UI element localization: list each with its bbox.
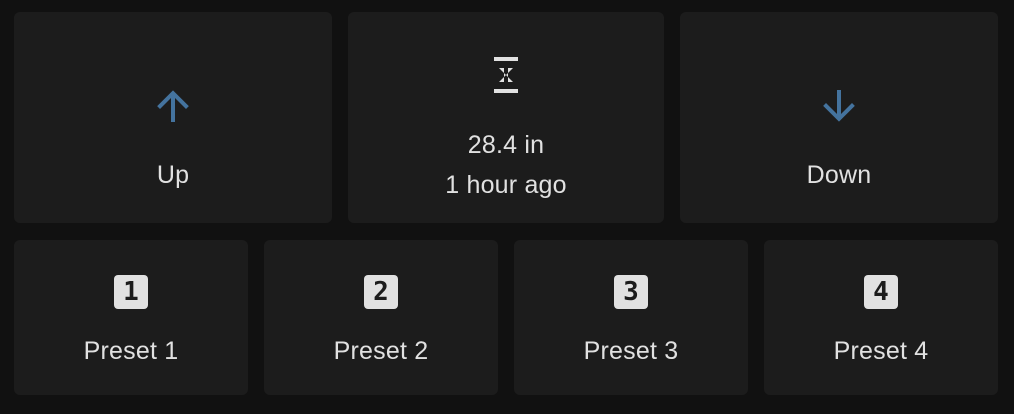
preset-2-label: Preset 2: [333, 337, 429, 365]
preset-3-button[interactable]: 3 Preset 3: [514, 240, 748, 395]
preset-1-label: Preset 1: [83, 337, 179, 365]
preset-2-button[interactable]: 2 Preset 2: [264, 240, 498, 395]
arrow-up-icon: [149, 82, 197, 130]
numeric-3-box-icon: 3: [614, 275, 648, 309]
preset-4-button[interactable]: 4 Preset 4: [764, 240, 998, 395]
arrow-expand-vertical-icon: [482, 51, 530, 99]
height-last-updated: 1 hour ago: [445, 171, 567, 199]
numeric-1-box-icon: 1: [114, 275, 148, 309]
height-value: 28.4 in: [467, 131, 545, 159]
preset-4-label: Preset 4: [833, 337, 929, 365]
numeric-2-box-icon: 2: [364, 275, 398, 309]
down-label: Down: [806, 161, 872, 189]
up-button[interactable]: Up: [14, 12, 332, 223]
preset-3-label: Preset 3: [583, 337, 679, 365]
arrow-down-icon: [815, 82, 863, 130]
preset-1-button[interactable]: 1 Preset 1: [14, 240, 248, 395]
down-button[interactable]: Down: [680, 12, 998, 223]
numeric-4-box-icon: 4: [864, 275, 898, 309]
up-label: Up: [156, 161, 190, 189]
height-sensor-card[interactable]: 28.4 in 1 hour ago: [348, 12, 664, 223]
